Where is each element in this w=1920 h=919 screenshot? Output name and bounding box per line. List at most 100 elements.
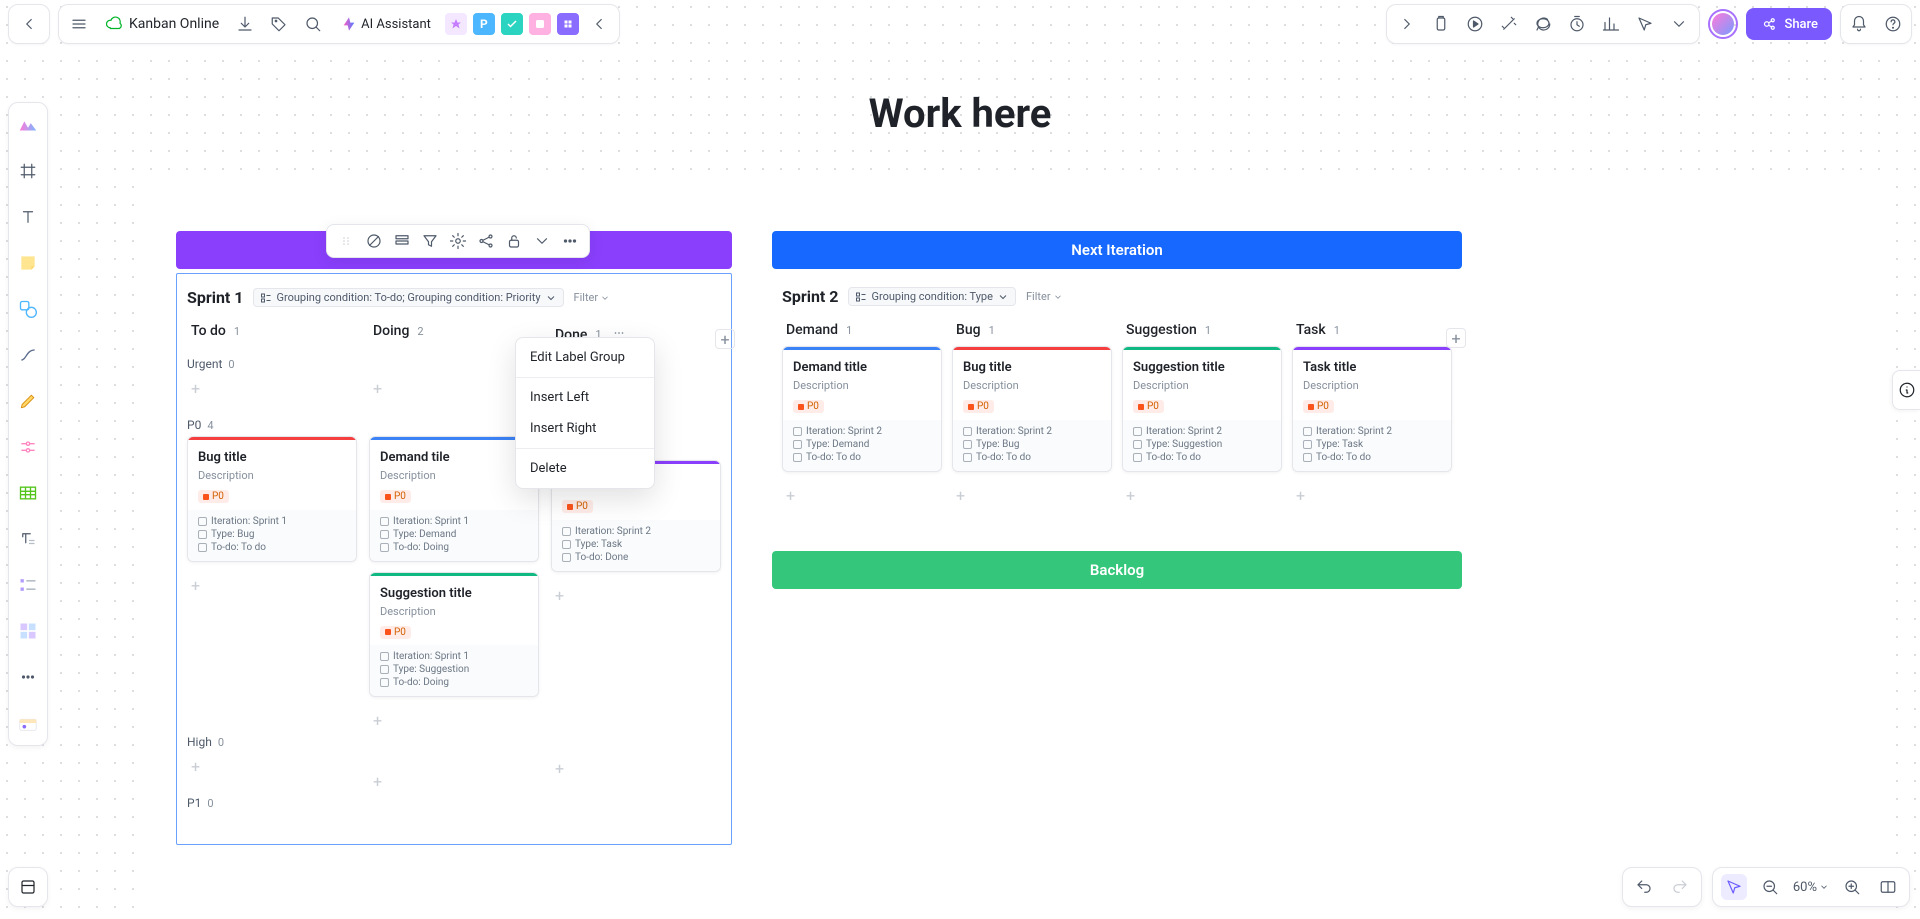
- drag-handle-icon[interactable]: [333, 228, 359, 254]
- filter-icon[interactable]: [417, 228, 443, 254]
- connector-tool[interactable]: [12, 339, 44, 371]
- zoom-value[interactable]: 60%: [1793, 880, 1829, 895]
- flow-tool[interactable]: [12, 431, 44, 463]
- sprint1-grouping-chip[interactable]: Grouping condition: To-do; Grouping cond…: [253, 288, 563, 307]
- card[interactable]: Suggestion title Description P0 Iteratio…: [1122, 346, 1282, 472]
- user-avatar[interactable]: [1708, 9, 1738, 39]
- add-card[interactable]: +: [369, 768, 539, 801]
- card-bug[interactable]: Bug title Description P0 Iteration: Spri…: [187, 436, 357, 562]
- app-badge-1[interactable]: [445, 13, 467, 35]
- share-label: Share: [1784, 17, 1818, 32]
- column-todo-name: To do: [191, 323, 226, 339]
- search-button[interactable]: [299, 10, 327, 38]
- chat-button[interactable]: [1529, 10, 1557, 38]
- sprint2-filter[interactable]: Filter: [1026, 290, 1063, 303]
- column-doing: Doing 2 + Demand tile Description: [369, 315, 539, 814]
- app-badge-4[interactable]: [529, 13, 551, 35]
- sprint2-grouping-chip[interactable]: Grouping condition: Type: [848, 287, 1015, 306]
- card-demand[interactable]: Demand tile Description P0 Iteration: Sp…: [369, 436, 539, 562]
- ctx-insert-right[interactable]: Insert Right: [516, 413, 654, 444]
- sprint1-filter[interactable]: Filter: [574, 291, 611, 304]
- document-title[interactable]: Kanban Online: [99, 15, 225, 33]
- download-button[interactable]: [231, 10, 259, 38]
- pen-tool[interactable]: [12, 385, 44, 417]
- add-card[interactable]: +: [952, 482, 1112, 515]
- widget-tool[interactable]: [12, 707, 44, 739]
- sticky-note-tool[interactable]: [12, 247, 44, 279]
- select-mode-button[interactable]: [1721, 874, 1747, 900]
- text-tool[interactable]: [12, 201, 44, 233]
- table-tool[interactable]: [12, 477, 44, 509]
- sprint1-columns: To do 1 Urgent0 + P04 Bug title: [177, 315, 731, 814]
- backlog-header[interactable]: Backlog: [772, 551, 1462, 589]
- zoom-out-button[interactable]: [1757, 874, 1783, 900]
- ctx-edit-label-group[interactable]: Edit Label Group: [516, 342, 654, 373]
- menu-button[interactable]: [65, 10, 93, 38]
- list-tool[interactable]: [12, 569, 44, 601]
- add-card[interactable]: +: [782, 482, 942, 515]
- help-button[interactable]: [1879, 10, 1907, 38]
- more-top-button[interactable]: [1665, 10, 1693, 38]
- more-tools[interactable]: [12, 661, 44, 693]
- card[interactable]: Bug title Description P0 Iteration: Spri…: [952, 346, 1112, 472]
- chevron-down-icon[interactable]: [529, 228, 555, 254]
- add-card[interactable]: +: [551, 755, 721, 788]
- ctx-delete[interactable]: Delete: [516, 453, 654, 484]
- chart-button[interactable]: [1597, 10, 1625, 38]
- frame-tool[interactable]: [12, 155, 44, 187]
- share-button[interactable]: Share: [1746, 8, 1832, 40]
- theme-icon[interactable]: [12, 109, 44, 141]
- next-iteration-header[interactable]: Next Iteration: [772, 231, 1462, 269]
- more-icon[interactable]: [557, 228, 583, 254]
- add-card[interactable]: +: [1122, 482, 1282, 515]
- ctx-insert-left[interactable]: Insert Left: [516, 382, 654, 413]
- layers-panel-button[interactable]: [8, 867, 48, 907]
- notifications-button[interactable]: [1845, 10, 1873, 38]
- collapse-apps-button[interactable]: [585, 10, 613, 38]
- add-card[interactable]: +: [551, 582, 721, 615]
- play-button[interactable]: [1461, 10, 1489, 38]
- add-card[interactable]: +: [369, 375, 539, 408]
- no-color-icon[interactable]: [361, 228, 387, 254]
- lock-icon[interactable]: [501, 228, 527, 254]
- add-column-button[interactable]: +: [1446, 328, 1466, 348]
- column-doing-count: 2: [417, 325, 423, 338]
- magic-button[interactable]: [1495, 10, 1523, 38]
- add-card[interactable]: +: [1292, 482, 1452, 515]
- share-node-icon[interactable]: [473, 228, 499, 254]
- card[interactable]: Task title Description P0 Iteration: Spr…: [1292, 346, 1452, 472]
- minimap-button[interactable]: [1875, 874, 1901, 900]
- canvas[interactable]: Work here: [0, 0, 1920, 919]
- pointer-button[interactable]: [1631, 10, 1659, 38]
- add-card[interactable]: +: [369, 707, 539, 740]
- shape-tool[interactable]: [12, 293, 44, 325]
- undo-button[interactable]: [1631, 874, 1657, 900]
- card[interactable]: Demand title Description P0 Iteration: S…: [782, 346, 942, 472]
- add-card[interactable]: +: [187, 753, 357, 786]
- redo-button[interactable]: [1667, 874, 1693, 900]
- page-title: Work here: [0, 90, 1920, 137]
- back-button[interactable]: [15, 10, 43, 38]
- app-badge-2[interactable]: P: [473, 13, 495, 35]
- expand-right-button[interactable]: [1393, 10, 1421, 38]
- app-badge-3[interactable]: [501, 13, 523, 35]
- column-context-menu: Edit Label Group Insert Left Insert Righ…: [515, 337, 655, 489]
- add-card[interactable]: +: [187, 572, 357, 605]
- add-card[interactable]: +: [187, 375, 357, 408]
- layout-icon[interactable]: [389, 228, 415, 254]
- zoom-in-button[interactable]: [1839, 874, 1865, 900]
- sprint1-title: Sprint 1: [187, 288, 243, 307]
- app-badge-5[interactable]: [557, 13, 579, 35]
- clipboard-button[interactable]: [1427, 10, 1455, 38]
- textblock-tool[interactable]: [12, 523, 44, 555]
- ai-assistant-button[interactable]: AI Assistant: [333, 10, 439, 38]
- add-column-button[interactable]: +: [715, 329, 735, 349]
- card-suggestion[interactable]: Suggestion title Description P0 Iteratio…: [369, 572, 539, 698]
- timer-button[interactable]: [1563, 10, 1591, 38]
- card-title: Bug title: [198, 450, 346, 465]
- settings-icon[interactable]: [445, 228, 471, 254]
- subgroup-high-label: High: [187, 735, 212, 749]
- grid-tool[interactable]: [12, 615, 44, 647]
- info-panel-toggle[interactable]: [1892, 370, 1920, 410]
- tag-button[interactable]: [265, 10, 293, 38]
